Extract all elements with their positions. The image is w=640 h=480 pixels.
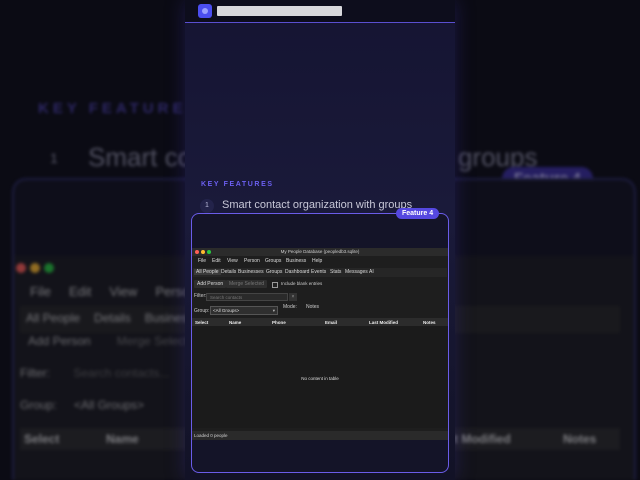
tab-all-people[interactable]: All People (194, 269, 221, 275)
bg-menu-item: File (30, 284, 51, 299)
group-select[interactable]: <All Groups> ▾ (210, 306, 278, 315)
status-bar: Loaded 0 people (192, 431, 448, 440)
tab-bar: All People Details Businesses Groups Das… (193, 268, 447, 277)
bg-col: t Modified (454, 432, 511, 446)
menu-file[interactable]: File (198, 258, 206, 264)
window-title: My People Database (peopledb3.sqlite) (280, 249, 360, 254)
merge-selected-button[interactable]: Merge Selected (226, 280, 268, 288)
tab-dashboard[interactable]: Dashboard (285, 269, 309, 275)
window-titlebar: My People Database (peopledb3.sqlite) (192, 248, 448, 256)
bg-filter-row: Filter: Search contacts... (20, 366, 169, 380)
bg-group-row: Group: <All Groups> (20, 398, 144, 412)
bg-group-value: <All Groups> (74, 398, 145, 412)
menu-edit[interactable]: Edit (212, 258, 221, 264)
empty-table-message: No content in table (301, 376, 339, 381)
bg-filter-label: Filter: (20, 366, 50, 380)
feature-number-badge: 1 (200, 199, 214, 213)
bg-menu-item: Edit (68, 284, 92, 299)
menu-business[interactable]: Business (286, 258, 306, 264)
status-text: Loaded 0 people (194, 433, 228, 438)
add-person-button[interactable]: Add Person (194, 280, 227, 288)
feature-pill: Feature 4 (396, 208, 440, 219)
bg-feature-number: 1 (50, 150, 58, 166)
top-bar (185, 0, 455, 23)
bg-search-placeholder: Search contacts... (73, 366, 170, 380)
chevron-down-icon: ▾ (272, 308, 275, 313)
redacted-bar (217, 6, 342, 16)
key-features-heading: KEY FEATURES (201, 181, 274, 188)
table-body[interactable]: No content in table (192, 326, 448, 428)
filter-label: Filter: (194, 293, 207, 299)
col-phone[interactable]: Phone (272, 320, 286, 325)
app-logo-icon (198, 4, 212, 18)
menu-person[interactable]: Person (244, 258, 260, 264)
menu-groups[interactable]: Groups (265, 258, 281, 264)
tab-messages[interactable]: Messages (345, 269, 368, 275)
search-input[interactable]: Search contacts (206, 293, 288, 301)
menu-help[interactable]: Help (312, 258, 322, 264)
clear-search-button[interactable]: × (289, 293, 297, 301)
col-name[interactable]: Name (229, 320, 241, 325)
filter-row: Filter: Search contacts × Mode: Notes (192, 292, 448, 310)
bg-zoom-dot (44, 263, 54, 273)
col-email[interactable]: Email (325, 320, 337, 325)
bg-menu-item: View (109, 284, 138, 299)
group-select-value: <All Groups> (213, 308, 240, 313)
bg-tab: All People (26, 311, 81, 325)
group-row: Group: <All Groups> ▾ (192, 306, 448, 316)
bg-col: Notes (563, 432, 597, 446)
col-notes[interactable]: Notes (423, 320, 436, 325)
tab-stats[interactable]: Stats (330, 269, 341, 275)
bg-key-features-heading: KEY FEATURES (38, 100, 201, 117)
feature-title: Smart contact organization with groups (222, 199, 413, 211)
include-blank-label: Include blank entries (281, 281, 323, 286)
include-blank-checkbox[interactable] (272, 282, 278, 288)
col-select[interactable]: Select (195, 320, 208, 325)
app-window: My People Database (peopledb3.sqlite) Fi… (192, 248, 448, 440)
tab-businesses[interactable]: Businesses (238, 269, 264, 275)
bg-minimize-dot (30, 263, 40, 273)
table-header: Select Name Phone Email Last Modified No… (192, 318, 448, 326)
bg-col: Name (106, 432, 139, 446)
bg-close-dot (16, 263, 26, 273)
bg-tab: Details (94, 311, 131, 325)
bg-toolbar: Add Person Merge Selected (20, 334, 201, 348)
feature-panel: KEY FEATURES 1 Smart contact organizatio… (185, 0, 455, 480)
bg-col: Select (24, 432, 60, 446)
bg-add-person: Add Person (28, 334, 91, 348)
menu-view[interactable]: View (227, 258, 238, 264)
tab-groups[interactable]: Groups (266, 269, 282, 275)
tab-details[interactable]: Details (221, 269, 236, 275)
bg-traffic-lights (16, 260, 58, 278)
menubar: File Edit View Person Groups Business He… (192, 257, 448, 266)
tab-ai[interactable]: AI (369, 269, 374, 275)
group-label: Group: (194, 308, 210, 314)
bg-group-label: Group: (20, 398, 57, 412)
col-last-modified[interactable]: Last Modified (369, 320, 398, 325)
tab-events[interactable]: Events (311, 269, 326, 275)
toolbar: Add Person Merge Selected Include blank … (192, 279, 448, 289)
